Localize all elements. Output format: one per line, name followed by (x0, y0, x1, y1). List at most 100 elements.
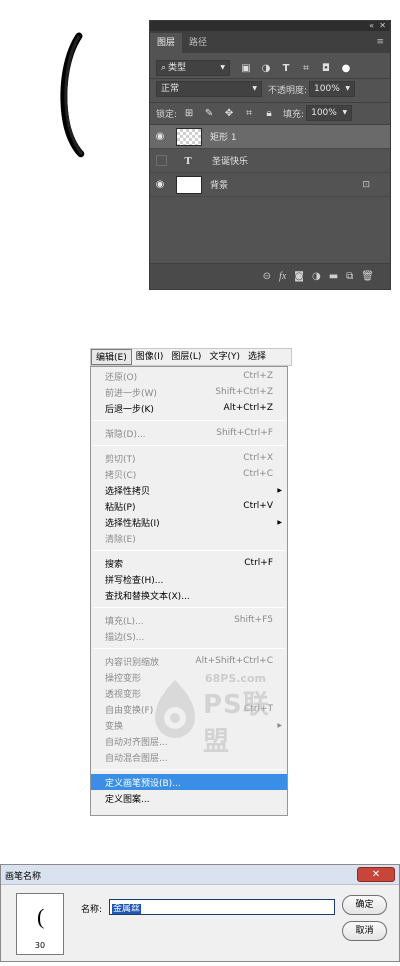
layer-row-text[interactable]: T 圣诞快乐 (150, 149, 390, 173)
menu-edit[interactable]: 编辑(E) (91, 349, 132, 365)
menu-item-define-pattern[interactable]: 定义图案... (91, 790, 287, 806)
panel-menu-icon[interactable]: ≡ (376, 37, 384, 47)
visibility-toggle[interactable] (156, 155, 167, 166)
cancel-button[interactable]: 取消 (342, 921, 387, 941)
adjustment-filter-icon[interactable]: ◑ (258, 63, 274, 74)
menu-item-define-brush-preset[interactable]: 定义画笔预设(B)... (91, 774, 287, 790)
pixel-filter-icon[interactable]: ▣ (238, 63, 254, 74)
menu-item-undo[interactable]: 还原(O) Ctrl+Z (91, 368, 287, 384)
tab-paths[interactable]: 路径 (182, 33, 214, 53)
brush-name-dialog: 画笔名称 ✕ ( 30 名称: 金属丝 确定 取消 (0, 864, 400, 962)
menu-item-fill[interactable]: 填充(L)... Shift+F5 (91, 612, 287, 628)
lock-artboard-icon[interactable]: ⌗ (241, 108, 257, 119)
panel-tabs: 图层 路径 ≡ (150, 31, 390, 53)
eye-icon[interactable]: ◉ (150, 179, 170, 190)
filter-kind-select[interactable]: ⌕ 类型 ▼ (156, 60, 230, 76)
collapse-panel-button[interactable]: « (369, 21, 374, 31)
fill-value: 100% (311, 108, 337, 118)
dialog-titlebar: 画笔名称 ✕ (1, 865, 399, 885)
lock-position-icon[interactable]: ✥ (221, 108, 237, 119)
edit-dropdown: 还原(O) Ctrl+Z 前进一步(W) Shift+Ctrl+Z 后退一步(K) A… (90, 366, 288, 816)
lock-label: 锁定: (156, 109, 178, 120)
chevron-down-icon: ▼ (220, 64, 225, 71)
brush-size: 30 (34, 941, 46, 950)
trash-icon[interactable]: 🗑︎ (361, 271, 374, 282)
fill-input[interactable]: 100% ▼ (306, 105, 353, 121)
menu-type[interactable]: 文字(Y) (205, 349, 244, 365)
menu-separator (93, 648, 285, 649)
lock-transparent-icon[interactable]: ⊞ (181, 108, 197, 119)
brush-stroke-artwork (55, 30, 95, 160)
lock-pixels-icon[interactable]: ✎ (201, 108, 217, 119)
submenu-arrow-icon: ▶ (277, 486, 282, 494)
chevron-down-icon: ▼ (252, 85, 257, 92)
menu-item-cut[interactable]: 剪切(T) Ctrl+X (91, 450, 287, 466)
menu-item-fade[interactable]: 渐隐(D)... Shift+Ctrl+F (91, 425, 287, 441)
filter-kind-value: 类型 (168, 63, 187, 73)
layers-panel: « ✕ 图层 路径 ≡ ⌕ 类型 ▼ ▣ ◑ T ⌗ ◘ ● 正常 ▼ 不透明度… (149, 20, 391, 290)
lock-all-icon[interactable]: 🔒︎ (261, 108, 277, 119)
blend-mode-value: 正常 (161, 84, 180, 94)
menu-item-paste[interactable]: 粘贴(P) Ctrl+V (91, 498, 287, 514)
edit-menu-screenshot: 编辑(E) 图像(I) 图层(L) 文字(Y) 选择 还原(O) Ctrl+Z 前… (90, 348, 292, 816)
menu-item-step-forward[interactable]: 前进一步(W) Shift+Ctrl+Z (91, 384, 287, 400)
adjustment-icon[interactable]: ◑ (312, 271, 321, 282)
layer-filter-row: ⌕ 类型 ▼ ▣ ◑ T ⌗ ◘ ● (150, 58, 390, 78)
opacity-value: 100% (314, 84, 340, 94)
menu-item-copy-special[interactable]: 选择性拷贝 ▶ (91, 482, 287, 498)
lock-row: 锁定: ⊞ ✎ ✥ ⌗ 🔒︎ 填充: 100% ▼ (150, 103, 390, 123)
close-button[interactable]: ✕ (357, 867, 395, 882)
eye-icon[interactable]: ◉ (150, 131, 170, 142)
panel-bottom-toolbar: ⊝ fx ◙ ◑ ▬ ⧉ 🗑︎ (150, 263, 390, 289)
smart-object-filter-icon[interactable]: ◘ (318, 63, 334, 74)
layer-row-shape[interactable]: ◉ 矩形 1 (150, 125, 390, 149)
layer-name: 背景 (210, 181, 229, 191)
menu-image[interactable]: 图像(I) (132, 349, 168, 365)
close-icon: ✕ (371, 869, 381, 880)
link-icon[interactable]: ⊝ (263, 271, 271, 282)
watermark-brand: PS联盟 (203, 690, 270, 757)
menu-separator (93, 607, 285, 608)
layer-row-background[interactable]: ◉ 背景 ⊡ (150, 173, 390, 197)
menu-separator (93, 769, 285, 770)
blend-row: 正常 ▼ 不透明度: 100% ▼ (150, 79, 390, 99)
submenu-arrow-icon: ▶ (277, 518, 282, 526)
filter-toggle-icon[interactable]: ● (338, 63, 354, 74)
menu-item-copy[interactable]: 拷贝(C) Ctrl+C (91, 466, 287, 482)
layer-name: 矩形 1 (210, 133, 237, 143)
submenu-arrow-icon: ▶ (277, 721, 282, 729)
menu-item-content-aware-scale[interactable]: 内容识别缩放 Alt+Shift+Ctrl+C (91, 653, 287, 669)
type-filter-icon[interactable]: T (278, 63, 294, 74)
brush-name-input[interactable]: 金属丝 (109, 899, 335, 915)
blend-mode-select[interactable]: 正常 ▼ (156, 81, 262, 97)
ok-button[interactable]: 确定 (342, 895, 387, 915)
search-icon: ⌕ (161, 63, 167, 73)
dialog-title: 画笔名称 (5, 872, 42, 882)
name-label: 名称: (81, 905, 103, 915)
menu-item-stroke[interactable]: 描边(S)... (91, 628, 287, 644)
menu-item-paste-special[interactable]: 选择性粘贴(I) ▶ (91, 514, 287, 530)
shape-filter-icon[interactable]: ⌗ (298, 63, 314, 74)
watermark-logo: 68PS.com PS联盟 (151, 672, 271, 757)
menu-separator (93, 445, 285, 446)
close-panel-button[interactable]: ✕ (379, 21, 386, 31)
menu-item-spell-check[interactable]: 拼写检查(H)... (91, 571, 287, 587)
menu-layer[interactable]: 图层(L) (167, 349, 205, 365)
brush-tip-glyph: ( (37, 904, 45, 929)
mask-icon[interactable]: ◙ (294, 271, 304, 282)
menu-separator (93, 550, 285, 551)
fx-icon[interactable]: fx (279, 271, 286, 282)
new-layer-icon[interactable]: ⧉ (346, 271, 353, 282)
menu-select[interactable]: 选择 (244, 349, 270, 365)
layer-thumbnail (176, 127, 202, 146)
menu-item-find-replace[interactable]: 查找和替换文本(X)... (91, 587, 287, 603)
tab-layers[interactable]: 图层 (150, 33, 183, 53)
menu-item-step-backward[interactable]: 后退一步(K) Alt+Ctrl+Z (91, 400, 287, 416)
menu-item-clear[interactable]: 清除(E) (91, 530, 287, 546)
group-folder-icon[interactable]: ▬ (329, 271, 338, 282)
lock-icon: ⊡ (362, 179, 370, 190)
opacity-input[interactable]: 100% ▼ (309, 81, 356, 97)
menu-item-search[interactable]: 搜索 Ctrl+F (91, 555, 287, 571)
brush-name-value: 金属丝 (112, 904, 142, 914)
menubar: 编辑(E) 图像(I) 图层(L) 文字(Y) 选择 (90, 348, 292, 366)
